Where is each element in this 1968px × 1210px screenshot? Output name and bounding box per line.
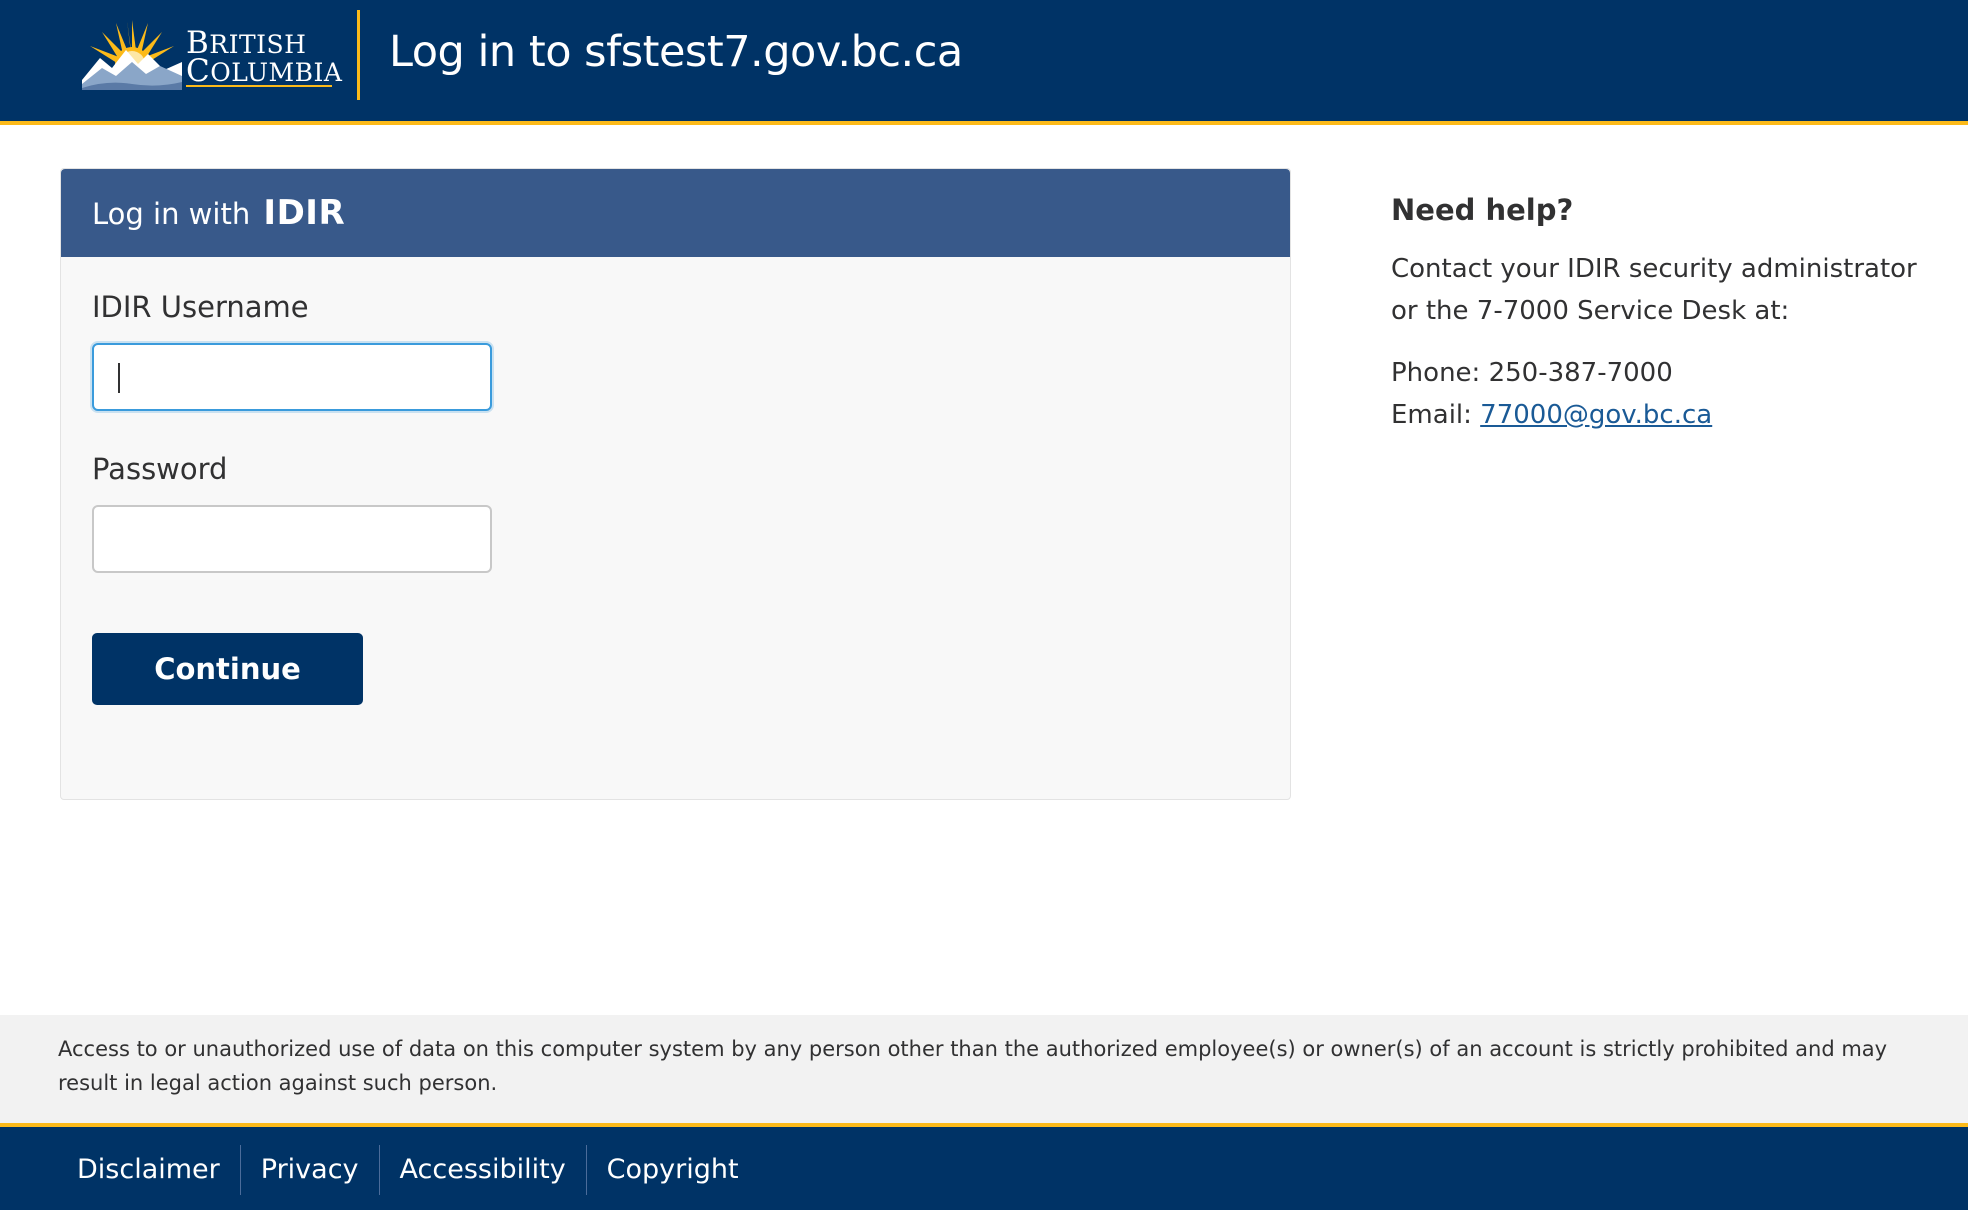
- bc-sun-mountains-icon: [82, 20, 182, 90]
- login-panel-header: Log in with IDIR: [61, 169, 1290, 257]
- idir-brand-label: IDIR: [263, 193, 346, 233]
- site-header: BRITISH COLUMBIA Log in to sfstest7.gov.…: [0, 0, 1968, 125]
- footer-link-disclaimer[interactable]: Disclaimer: [57, 1147, 240, 1193]
- phone-number: 250-387-7000: [1488, 358, 1673, 388]
- footer-link-accessibility[interactable]: Accessibility: [380, 1147, 586, 1193]
- username-input[interactable]: [92, 343, 492, 411]
- bc-logo[interactable]: BRITISH COLUMBIA: [82, 18, 342, 90]
- footer-link-copyright[interactable]: Copyright: [587, 1147, 759, 1193]
- page-title: Log in to sfstest7.gov.bc.ca: [389, 27, 963, 77]
- password-label: Password: [92, 452, 228, 486]
- email-link[interactable]: 77000@gov.bc.ca: [1480, 400, 1712, 430]
- continue-button[interactable]: Continue: [92, 633, 363, 705]
- header-divider: [357, 10, 360, 100]
- logo-line2-initial: C: [186, 53, 211, 89]
- footer-nav: Disclaimer Privacy Accessibility Copyrig…: [57, 1145, 759, 1195]
- legal-notice-text: Access to or unauthorized use of data on…: [58, 1037, 1888, 1095]
- text-cursor: [118, 363, 120, 393]
- password-input[interactable]: [92, 505, 492, 573]
- username-label: IDIR Username: [92, 290, 309, 324]
- login-panel: Log in with IDIR IDIR Username Password …: [60, 168, 1291, 800]
- logo-line2-rest: OLUMBIA: [210, 58, 343, 87]
- help-contact: Phone: 250-387-7000 Email: 77000@gov.bc.…: [1391, 352, 1951, 436]
- legal-notice: Access to or unauthorized use of data on…: [0, 1015, 1968, 1127]
- phone-label: Phone:: [1391, 358, 1481, 388]
- help-title: Need help?: [1391, 193, 1574, 227]
- login-panel-heading: Log in with IDIR: [92, 193, 345, 234]
- login-heading-prefix: Log in with: [92, 197, 251, 231]
- help-section: Need help? Contact your IDIR security ad…: [1391, 190, 1951, 436]
- logo-underline: [186, 85, 332, 87]
- help-body: Contact your IDIR security administrator…: [1391, 254, 1917, 326]
- site-footer: Disclaimer Privacy Accessibility Copyrig…: [0, 1123, 1968, 1210]
- email-label: Email:: [1391, 400, 1472, 430]
- logo-line1-rest: RITISH: [209, 30, 307, 59]
- bc-logo-wordmark: BRITISH COLUMBIA: [186, 28, 343, 89]
- footer-link-privacy[interactable]: Privacy: [241, 1147, 379, 1193]
